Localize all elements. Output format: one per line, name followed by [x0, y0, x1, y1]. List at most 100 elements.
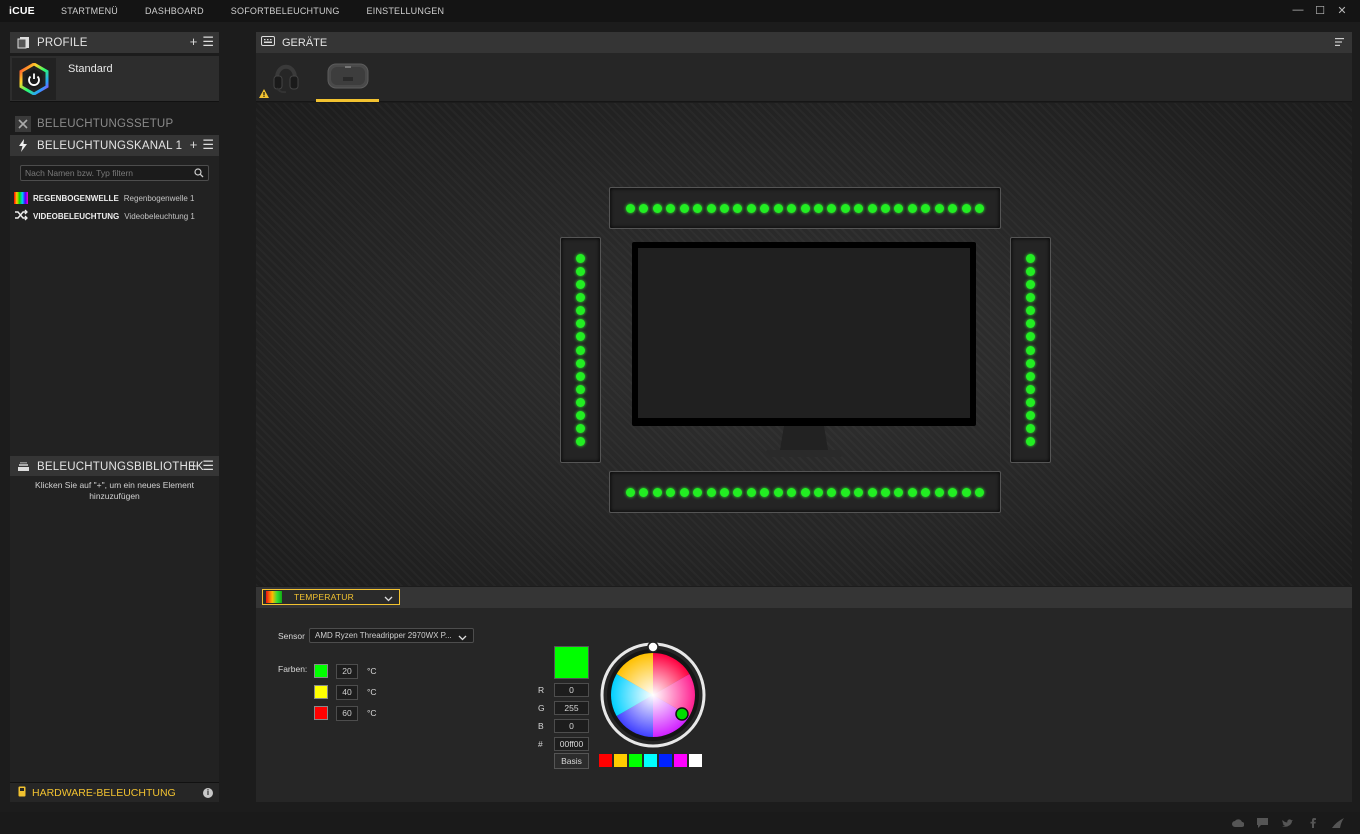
add-profile-button[interactable]: +	[190, 35, 198, 49]
sensor-value: AMD Ryzen Threadripper 2970WX P...	[315, 631, 452, 640]
lighting-setup-row[interactable]: BELEUCHTUNGSSETUP	[10, 114, 219, 134]
layer-item-rainbow-wave[interactable]: REGENBOGENWELLE Regenbogenwelle 1	[14, 191, 195, 205]
led-strip-top[interactable]	[609, 187, 1001, 229]
led-strip-right[interactable]	[1010, 237, 1051, 463]
led	[1026, 384, 1035, 394]
tools-icon	[15, 116, 31, 132]
preset-white[interactable]	[689, 754, 702, 767]
green-input[interactable]: 255	[554, 700, 589, 715]
profile-menu-icon[interactable]: ☰	[202, 35, 214, 49]
color-swatch[interactable]	[314, 685, 328, 699]
temperature-input[interactable]: 20	[336, 663, 358, 679]
led	[881, 487, 891, 497]
basis-button[interactable]: Basis	[554, 753, 589, 769]
filter-input[interactable]	[25, 168, 185, 178]
library-menu-icon[interactable]: ☰	[202, 459, 214, 473]
top-menu-bar: iCUE STARTMENÜ DASHBOARD SOFORTBELEUCHTU…	[0, 0, 1360, 22]
led	[576, 437, 585, 446]
color-stop-row: 60 °C	[314, 705, 377, 721]
profiles-title: PROFILE	[37, 36, 88, 49]
chat-icon[interactable]	[1256, 817, 1269, 829]
led	[693, 487, 703, 497]
temperature-input[interactable]: 60	[336, 705, 358, 721]
close-button[interactable]: ✕	[1336, 4, 1348, 17]
hex-row: # 00ff00	[538, 736, 589, 751]
red-input[interactable]: 0	[554, 682, 589, 697]
add-library-item-button[interactable]: +	[190, 459, 198, 473]
preset-cyan[interactable]	[644, 754, 657, 767]
preset-blue[interactable]	[659, 754, 672, 767]
sensor-dropdown[interactable]: AMD Ryzen Threadripper 2970WX P...	[309, 628, 474, 643]
cloud-icon[interactable]	[1231, 817, 1244, 829]
maximize-button[interactable]: ☐	[1314, 4, 1326, 17]
led	[800, 487, 810, 497]
nav-home[interactable]: STARTMENÜ	[61, 6, 118, 16]
led	[975, 487, 984, 497]
color-swatch[interactable]	[314, 706, 328, 720]
led	[948, 487, 958, 497]
facebook-icon[interactable]	[1306, 817, 1319, 829]
device-tab-headset[interactable]	[258, 53, 314, 102]
led	[1026, 293, 1035, 303]
preset-yellow[interactable]	[614, 754, 627, 767]
led	[1026, 423, 1035, 433]
led-strip-left[interactable]	[560, 237, 601, 463]
led	[773, 203, 783, 213]
layer-name: Regenbogenwelle 1	[123, 193, 195, 203]
led	[639, 203, 649, 213]
color-swatch[interactable]	[314, 664, 328, 678]
preset-colors	[599, 754, 702, 767]
layer-type: VIDEOBELEUCHTUNG	[33, 211, 120, 221]
channel-menu-icon[interactable]: ☰	[202, 138, 214, 152]
preset-green[interactable]	[629, 754, 642, 767]
preset-magenta[interactable]	[674, 754, 687, 767]
led	[800, 203, 810, 213]
effect-type-dropdown[interactable]: TEMPERATUR	[262, 589, 400, 605]
green-label: G	[538, 702, 545, 713]
profile-item[interactable]: Standard	[10, 56, 219, 102]
hex-label: #	[538, 738, 543, 749]
active-tab-indicator	[316, 99, 379, 102]
hex-input[interactable]: 00ff00	[554, 736, 589, 751]
preset-red[interactable]	[599, 754, 612, 767]
nav-settings[interactable]: EINSTELLUNGEN	[367, 6, 445, 16]
devices-header: GERÄTE	[256, 32, 1352, 53]
minimize-button[interactable]: —	[1292, 4, 1304, 16]
blue-row: B 0	[538, 718, 589, 733]
corsair-icon[interactable]	[1331, 817, 1344, 829]
nav-dashboard[interactable]: DASHBOARD	[145, 6, 204, 16]
led	[907, 487, 917, 497]
led	[576, 319, 585, 329]
led	[576, 306, 585, 316]
layer-item-video-lighting[interactable]: VIDEOBELEUCHTUNG Videobeleuchtung 1	[14, 209, 195, 223]
search-icon[interactable]	[194, 168, 204, 181]
color-wheel[interactable]	[600, 642, 706, 748]
lighting-setup-title: BELEUCHTUNGSSETUP	[37, 118, 174, 130]
blue-input[interactable]: 0	[554, 718, 589, 733]
led	[1026, 371, 1035, 381]
twitter-icon[interactable]	[1281, 817, 1294, 829]
device-tab-hub[interactable]	[316, 53, 379, 102]
led	[1026, 410, 1035, 420]
info-icon[interactable]: i	[203, 788, 213, 798]
led	[733, 203, 743, 213]
led	[1026, 254, 1035, 263]
led	[760, 203, 770, 213]
led	[693, 203, 703, 213]
led-strip-bottom[interactable]	[609, 471, 1001, 513]
led	[1026, 358, 1035, 368]
devices-menu-icon[interactable]	[1335, 37, 1344, 49]
hardware-lighting-bar[interactable]: HARDWARE-BELEUCHTUNG i	[10, 782, 219, 802]
led	[894, 487, 904, 497]
hardware-lighting-title: HARDWARE-BELEUCHTUNG	[32, 786, 176, 799]
temperature-input[interactable]: 40	[336, 684, 358, 700]
led	[652, 487, 662, 497]
memory-icon	[18, 786, 26, 800]
led	[576, 358, 585, 368]
library-icon	[15, 459, 31, 475]
led	[719, 203, 729, 213]
led	[840, 203, 850, 213]
nav-instant-lighting[interactable]: SOFORTBELEUCHTUNG	[231, 6, 340, 16]
add-layer-button[interactable]: +	[190, 138, 198, 152]
lighting-library-header: BELEUCHTUNGSBIBLIOTHEK + ☰	[10, 456, 219, 477]
